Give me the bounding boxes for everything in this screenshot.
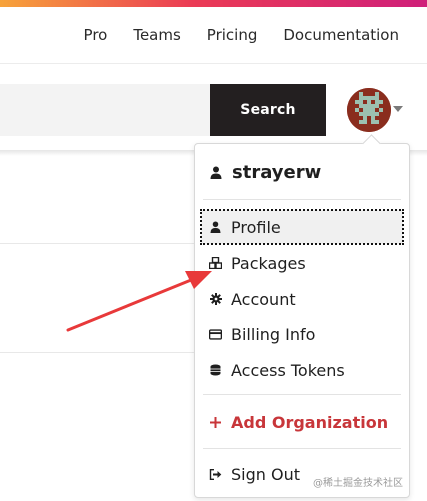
nav-divider xyxy=(0,63,427,64)
username-label: strayerw xyxy=(232,162,322,183)
menu-item-account[interactable]: Account xyxy=(201,282,403,316)
menu-item-label: Account xyxy=(231,289,296,309)
packages-icon xyxy=(209,257,222,270)
menu-item-access-tokens[interactable]: Access Tokens xyxy=(201,353,403,387)
content-divider xyxy=(0,352,196,353)
sign-out-icon xyxy=(209,468,222,481)
user-avatar[interactable] xyxy=(347,88,391,132)
user-menu-dropdown: strayerw Profile Packages Account Billin… xyxy=(194,143,410,498)
menu-separator xyxy=(203,199,401,200)
menu-separator xyxy=(203,448,401,449)
menu-username: strayerw xyxy=(209,162,321,183)
menu-item-label: Profile xyxy=(231,217,281,237)
nav-link-teams[interactable]: Teams xyxy=(133,26,180,44)
search-input[interactable] xyxy=(0,84,210,136)
top-navigation: Pro Teams Pricing Documentation xyxy=(84,26,399,44)
menu-item-label: Access Tokens xyxy=(231,360,345,380)
credit-card-icon xyxy=(209,328,222,341)
brand-gradient-bar xyxy=(0,0,427,7)
add-organization-label: Add Organization xyxy=(231,412,389,432)
menu-separator xyxy=(203,394,401,395)
user-icon xyxy=(209,221,222,234)
menu-item-packages[interactable]: Packages xyxy=(201,246,403,280)
nav-link-documentation[interactable]: Documentation xyxy=(283,26,399,44)
gear-icon xyxy=(209,293,222,306)
sign-out-label: Sign Out xyxy=(231,464,300,484)
menu-item-label: Billing Info xyxy=(231,324,316,344)
content-divider xyxy=(0,243,196,244)
watermark: @稀土掘金技术社区 xyxy=(313,478,403,489)
chevron-down-icon[interactable] xyxy=(393,106,403,112)
menu-item-billing-info[interactable]: Billing Info xyxy=(201,317,403,351)
menu-item-profile[interactable]: Profile xyxy=(200,209,404,245)
coins-icon xyxy=(209,364,222,377)
menu-item-label: Packages xyxy=(231,253,306,273)
nav-link-pricing[interactable]: Pricing xyxy=(207,26,258,44)
add-organization-button[interactable]: Add Organization xyxy=(201,405,403,439)
user-icon xyxy=(209,166,222,179)
search-button[interactable]: Search xyxy=(210,84,326,136)
plus-icon xyxy=(209,416,222,429)
nav-link-pro[interactable]: Pro xyxy=(84,26,108,44)
